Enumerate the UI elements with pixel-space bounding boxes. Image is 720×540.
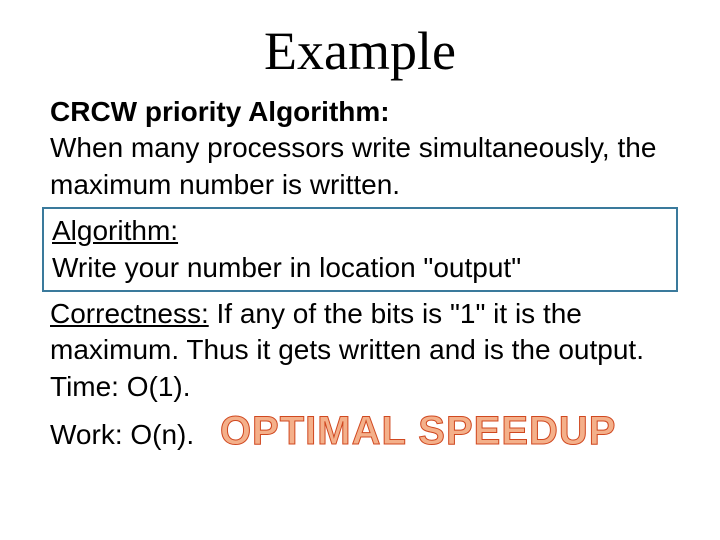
crcw-heading: CRCW priority Algorithm:	[50, 94, 670, 130]
description-line: When many processors write simultaneousl…	[50, 130, 670, 203]
algorithm-box: Algorithm: Write your number in location…	[42, 207, 678, 292]
correctness-label: Correctness:	[50, 298, 209, 329]
correctness-block: Correctness: If any of the bits is "1" i…	[50, 296, 670, 369]
slide-title: Example	[50, 20, 670, 82]
time-line: Time: O(1).	[50, 369, 670, 405]
work-line: Work: O(n).	[50, 419, 194, 450]
optimal-speedup-text: OPTIMAL SPEEDUP	[220, 409, 617, 453]
slide-content: CRCW priority Algorithm: When many proce…	[50, 94, 670, 457]
algorithm-text: Write your number in location "output"	[52, 250, 668, 286]
algorithm-label: Algorithm:	[52, 213, 668, 249]
work-row: Work: O(n). OPTIMAL SPEEDUP	[50, 405, 670, 457]
